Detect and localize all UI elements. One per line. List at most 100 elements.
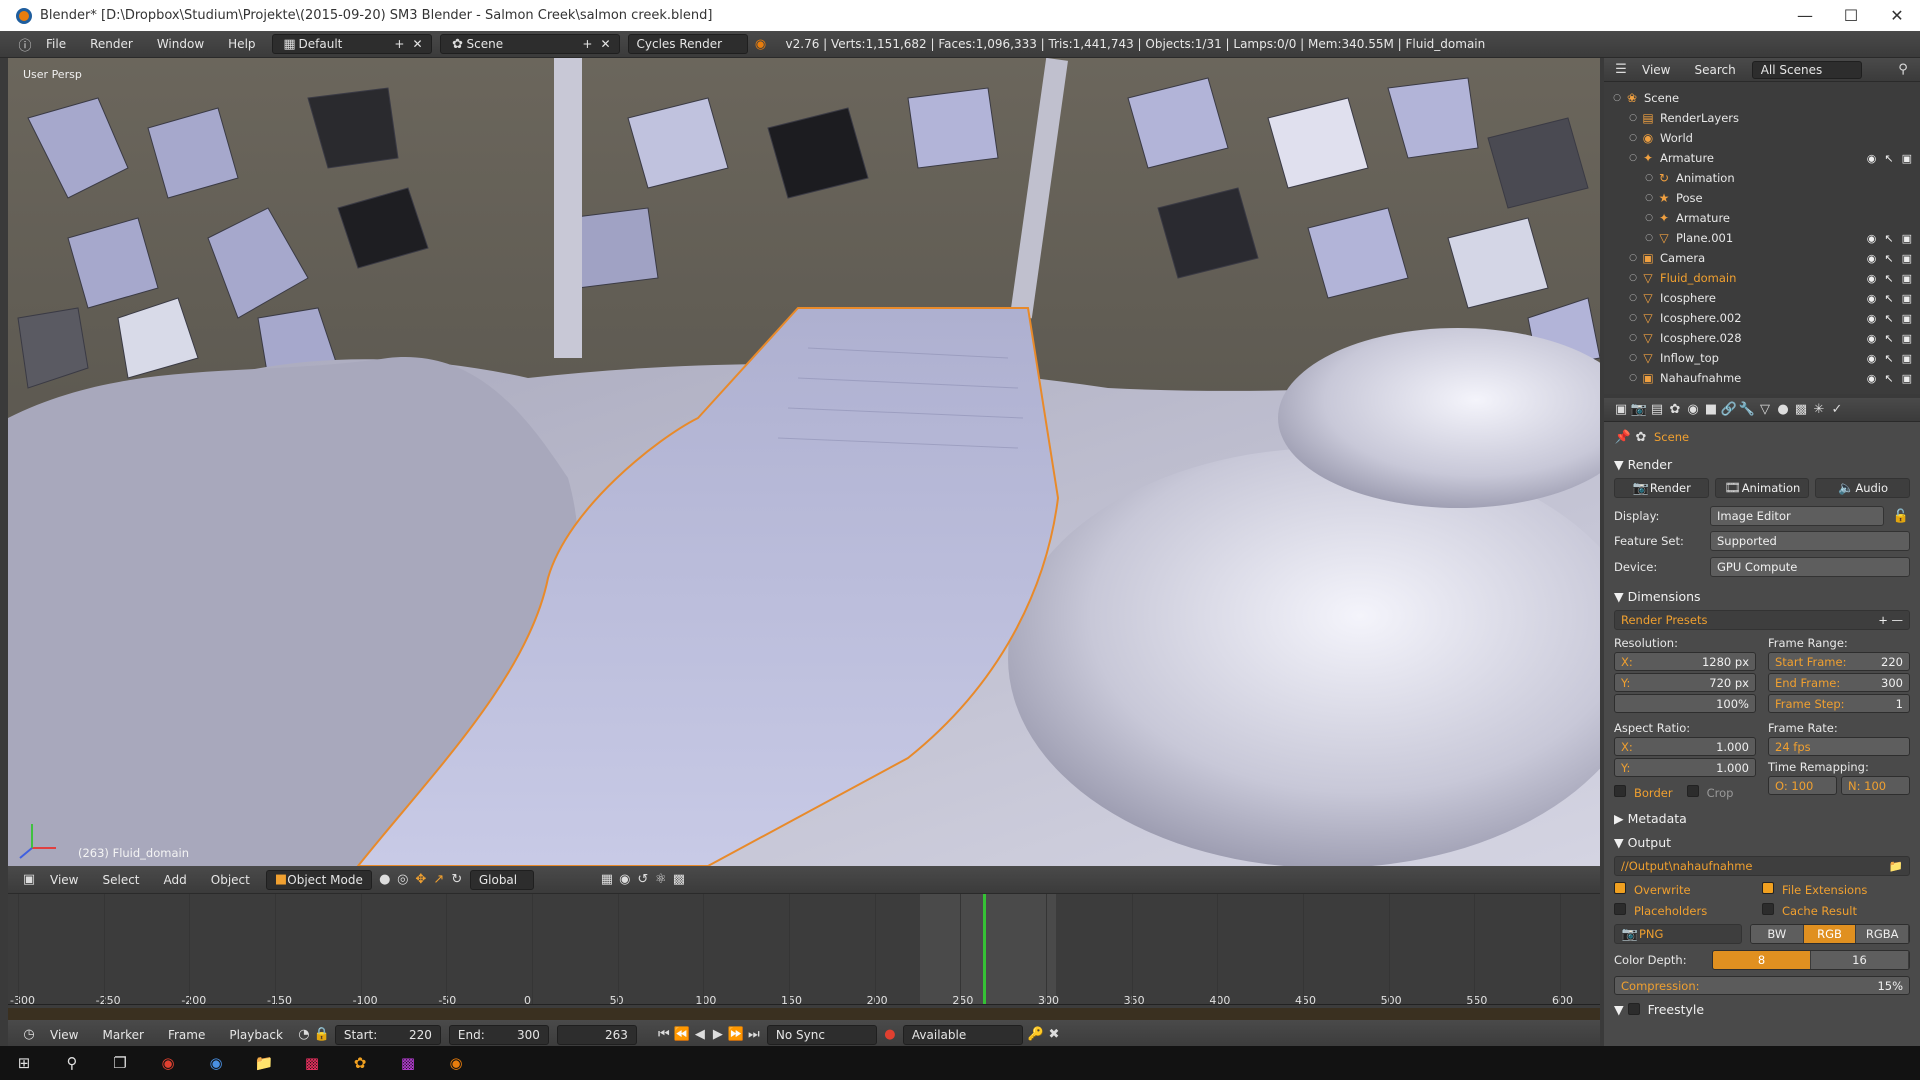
aspect-x-field[interactable]: X: 1.000: [1614, 737, 1756, 756]
freestyle-check-box[interactable]: [1627, 1003, 1640, 1015]
render-tab-icon[interactable]: 📷: [1630, 401, 1648, 419]
outliner-row[interactable]: ○ ✦ Armature: [1604, 208, 1920, 228]
remap-old-field[interactable]: O: 100: [1768, 776, 1837, 795]
jump-end-icon[interactable]: ⏭: [745, 1026, 763, 1044]
start-frame-prop-field[interactable]: Start Frame: 220: [1768, 652, 1910, 671]
viewport-menu-object[interactable]: Object: [199, 873, 262, 887]
minimize-icon[interactable]: —: [1782, 0, 1828, 31]
expand-toggle-icon[interactable]: ○: [1626, 353, 1640, 363]
renderable-camera-icon[interactable]: ▣: [1902, 152, 1912, 165]
3d-view-editor-icon[interactable]: ▣: [20, 871, 38, 889]
close-icon[interactable]: ✕: [1874, 0, 1920, 31]
outliner-row[interactable]: ○ ↻ Animation: [1604, 168, 1920, 188]
scene-selector[interactable]: ✿ Scene + ✕: [439, 34, 620, 54]
file-format-selector[interactable]: 📷 PNG: [1614, 924, 1742, 944]
viewport-menu-select[interactable]: Select: [90, 873, 151, 887]
shading-icon[interactable]: ●: [376, 871, 394, 889]
visibility-eye-icon[interactable]: ◉: [1867, 352, 1877, 365]
outliner-row[interactable]: ○ ▣ Camera ◉ ↖ ▣: [1604, 248, 1920, 268]
overwrite-check-box[interactable]: [1614, 882, 1626, 894]
renderable-camera-icon[interactable]: ▣: [1902, 272, 1912, 285]
resolution-y-field[interactable]: Y: 720 px: [1614, 673, 1756, 692]
pivot-icon[interactable]: ◎: [394, 871, 412, 889]
feature-set-selector[interactable]: Supported: [1710, 531, 1910, 551]
render-preview-icon[interactable]: ▩: [670, 871, 688, 889]
render-layers-tab-icon[interactable]: ▤: [1648, 401, 1666, 419]
menu-render[interactable]: Render: [78, 37, 145, 51]
outliner-row[interactable]: ○ ◉ World: [1604, 128, 1920, 148]
visibility-eye-icon[interactable]: ◉: [1867, 292, 1877, 305]
world-tab-icon[interactable]: ◉: [1684, 401, 1702, 419]
proportional-icon[interactable]: ⚛: [652, 871, 670, 889]
animation-button[interactable]: 🎞 Animation: [1714, 478, 1810, 498]
scene-tab-icon[interactable]: ✿: [1666, 401, 1684, 419]
renderable-camera-icon[interactable]: ▣: [1902, 292, 1912, 305]
visibility-eye-icon[interactable]: ◉: [1867, 372, 1877, 385]
expand-toggle-icon[interactable]: ○: [1626, 113, 1640, 123]
visibility-eye-icon[interactable]: ◉: [1867, 232, 1877, 245]
outliner-row[interactable]: ○ ▽ Inflow_top ◉ ↖ ▣: [1604, 348, 1920, 368]
physics-tab-icon[interactable]: ✓: [1828, 401, 1846, 419]
visibility-eye-icon[interactable]: ◉: [1867, 152, 1877, 165]
indesign-icon[interactable]: ▩: [288, 1046, 336, 1080]
timeline-menu-view[interactable]: View: [38, 1028, 90, 1042]
placeholders-check-box[interactable]: [1614, 903, 1626, 915]
selectable-cursor-icon[interactable]: ↖: [1884, 332, 1893, 345]
visibility-eye-icon[interactable]: ◉: [1867, 312, 1877, 325]
border-check-box[interactable]: [1614, 785, 1626, 797]
outliner-row[interactable]: ○ ▤ RenderLayers: [1604, 108, 1920, 128]
menu-help[interactable]: Help: [216, 37, 267, 51]
cache-result-check-box[interactable]: [1762, 903, 1774, 915]
current-frame-cursor[interactable]: [982, 894, 986, 1004]
outliner-row[interactable]: ○ ★ Pose: [1604, 188, 1920, 208]
output-path-field[interactable]: //Output\nahaufnahme 📁: [1614, 856, 1910, 876]
3d-viewport[interactable]: User Persp (263) Fluid_domain: [8, 58, 1600, 866]
audio-button[interactable]: 🔈 Audio: [1815, 478, 1911, 498]
mode-selector[interactable]: ■ Object Mode: [265, 869, 372, 890]
next-keyframe-icon[interactable]: ⏩: [727, 1026, 745, 1044]
start-button-icon[interactable]: ⊞: [0, 1046, 48, 1080]
outliner-row[interactable]: ○ ✦ Armature ◉ ↖ ▣: [1604, 148, 1920, 168]
timeline-menu-playback[interactable]: Playback: [217, 1028, 295, 1042]
rotate-icon[interactable]: ↻: [448, 871, 466, 889]
color-depth-8[interactable]: 8: [1713, 951, 1811, 969]
maximize-icon[interactable]: ☐: [1828, 0, 1874, 31]
expand-toggle-icon[interactable]: ○: [1626, 373, 1640, 383]
record-icon[interactable]: ●: [881, 1026, 899, 1044]
cache-result-checkbox[interactable]: Cache Result: [1762, 903, 1910, 918]
expand-toggle-icon[interactable]: ○: [1642, 233, 1656, 243]
display-selector[interactable]: Image Editor: [1710, 506, 1884, 526]
properties-editor-icon[interactable]: ▣: [1612, 401, 1630, 419]
frame-rate-selector[interactable]: 24 fps: [1768, 737, 1910, 756]
folder-icon[interactable]: 📁: [1889, 859, 1903, 873]
selectable-cursor-icon[interactable]: ↖: [1884, 312, 1893, 325]
outliner-row[interactable]: ○ ❀ Scene: [1604, 88, 1920, 108]
render-presets-selector[interactable]: Render Presets + —: [1614, 610, 1910, 630]
add-scene-icon[interactable]: +: [582, 37, 592, 51]
frame-step-field[interactable]: Frame Step: 1: [1768, 694, 1910, 713]
expand-toggle-icon[interactable]: ○: [1610, 93, 1624, 103]
end-frame-prop-field[interactable]: End Frame: 300: [1768, 673, 1910, 692]
expand-toggle-icon[interactable]: ○: [1626, 153, 1640, 163]
lock-interface-icon[interactable]: 🔓: [1892, 507, 1910, 525]
overwrite-checkbox[interactable]: Overwrite: [1614, 882, 1762, 897]
resolution-x-field[interactable]: X: 1280 px: [1614, 652, 1756, 671]
color-mode-rgba[interactable]: RGBA: [1856, 925, 1909, 943]
timeline-menu-marker[interactable]: Marker: [90, 1028, 155, 1042]
add-preset-icon[interactable]: + —: [1878, 613, 1903, 627]
crop-check-box[interactable]: [1686, 785, 1699, 797]
jump-start-icon[interactable]: ⏮: [655, 1026, 673, 1044]
color-depth-16[interactable]: 16: [1811, 951, 1909, 969]
outliner-row[interactable]: ○ ▽ Icosphere.002 ◉ ↖ ▣: [1604, 308, 1920, 328]
color-mode-rgb[interactable]: RGB: [1803, 925, 1857, 943]
object-tab-icon[interactable]: ■: [1702, 401, 1720, 419]
expand-toggle-icon[interactable]: ○: [1626, 273, 1640, 283]
particles-tab-icon[interactable]: ✳: [1810, 401, 1828, 419]
file-extensions-check-box[interactable]: [1762, 882, 1774, 894]
dimensions-panel-header[interactable]: ▼ Dimensions: [1604, 584, 1920, 608]
render-panel-header[interactable]: ▼ Render: [1604, 452, 1920, 476]
timeline-editor[interactable]: -300-250-200-150-100-5005010015020025030…: [8, 894, 1600, 1020]
expand-toggle-icon[interactable]: ○: [1642, 193, 1656, 203]
keying-set-selector[interactable]: Available: [902, 1024, 1023, 1045]
color-depth-selector[interactable]: 8 16: [1712, 950, 1910, 970]
